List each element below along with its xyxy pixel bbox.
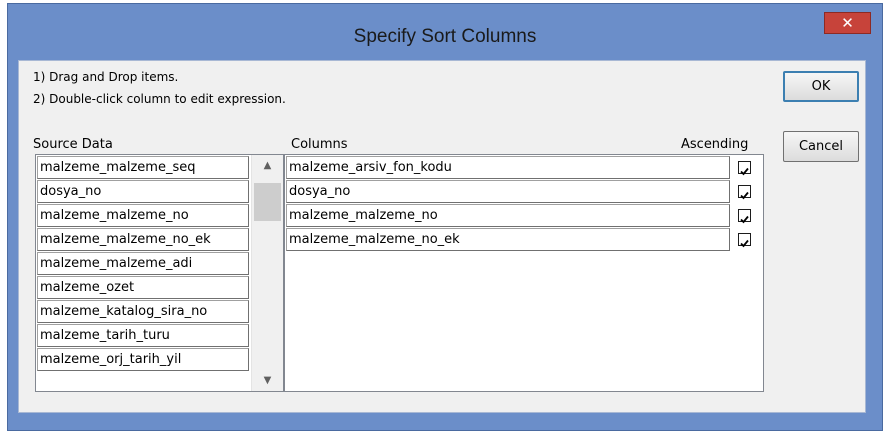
chevron-down-icon[interactable]: ▼ xyxy=(252,372,283,389)
source-list-item[interactable]: malzeme_malzeme_no_ek xyxy=(37,228,249,251)
checkmark-icon xyxy=(740,191,749,200)
source-data-list[interactable]: ▲ ▼ malzeme_malzeme_seq dosya_no malzeme_m… xyxy=(35,154,284,392)
scrollbar-thumb[interactable] xyxy=(254,183,281,221)
source-list-item[interactable]: malzeme_malzeme_no xyxy=(37,204,249,227)
close-icon: ✕ xyxy=(841,14,854,32)
chevron-up-icon[interactable]: ▲ xyxy=(252,157,283,174)
source-list-item[interactable]: malzeme_tarih_turu xyxy=(37,324,249,347)
sort-column-item[interactable]: malzeme_malzeme_no_ek xyxy=(286,228,730,251)
source-list-item[interactable]: malzeme_malzeme_seq xyxy=(37,156,249,179)
source-data-label: Source Data xyxy=(33,137,113,152)
ascending-checkbox[interactable] xyxy=(738,209,751,224)
source-list-scrollbar[interactable]: ▲ ▼ xyxy=(251,155,283,391)
source-list-item[interactable]: malzeme_orj_tarih_yil xyxy=(37,348,249,371)
checkmark-icon xyxy=(740,239,749,248)
source-list-item[interactable]: dosya_no xyxy=(37,180,249,203)
instruction-double-click: 2) Double-click column to edit expressio… xyxy=(33,92,286,106)
ascending-label: Ascending xyxy=(681,137,749,152)
ok-button[interactable]: OK xyxy=(783,71,859,102)
source-list-item[interactable]: malzeme_ozet xyxy=(37,276,249,299)
checkmark-icon xyxy=(740,167,749,176)
dialog-body: 1) Drag and Drop items. 2) Double-click … xyxy=(18,60,866,413)
instruction-drag-drop: 1) Drag and Drop items. xyxy=(33,70,179,84)
dialog-title: Specify Sort Columns xyxy=(353,26,537,47)
ascending-checkbox[interactable] xyxy=(738,233,751,248)
dialog-window: Specify Sort Columns ✕ 1) Drag and Drop … xyxy=(7,3,883,431)
source-list-item[interactable]: malzeme_katalog_sira_no xyxy=(37,300,249,323)
source-list-item[interactable]: malzeme_malzeme_adi xyxy=(37,252,249,275)
ascending-checkbox[interactable] xyxy=(738,161,751,176)
cancel-button[interactable]: Cancel xyxy=(783,131,859,162)
sort-columns-list[interactable]: malzeme_arsiv_fon_kodu dosya_no malzeme_ma… xyxy=(284,154,764,392)
ascending-checkbox[interactable] xyxy=(738,185,751,200)
close-button[interactable]: ✕ xyxy=(824,12,871,34)
checkmark-icon xyxy=(740,215,749,224)
columns-label: Columns xyxy=(291,137,348,152)
sort-column-item[interactable]: malzeme_arsiv_fon_kodu xyxy=(286,156,730,179)
sort-column-item[interactable]: malzeme_malzeme_no xyxy=(286,204,730,227)
sort-column-item[interactable]: dosya_no xyxy=(286,180,730,203)
